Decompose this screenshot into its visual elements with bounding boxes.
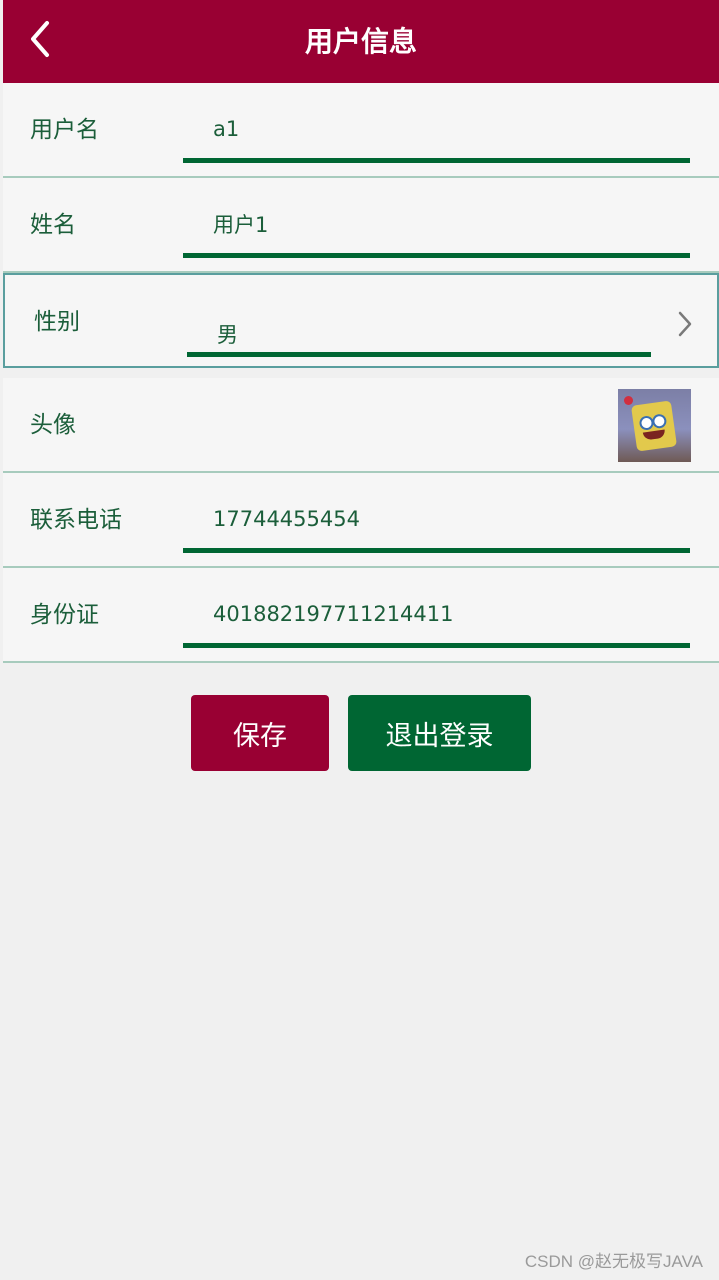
chevron-right-icon[interactable] (675, 309, 695, 339)
name-label: 姓名 (30, 212, 76, 238)
action-buttons: 保存 退出登录 (0, 695, 719, 773)
avatar-eye-right (651, 413, 668, 430)
name-input[interactable] (213, 212, 683, 236)
avatar-row: 头像 (3, 378, 719, 473)
phone-field (183, 497, 690, 553)
page-title: 用户信息 (304, 25, 417, 58)
phone-row: 联系电话 (3, 473, 719, 568)
gender-row[interactable]: 性别 男 (3, 273, 719, 368)
id-card-row: 身份证 (3, 568, 719, 663)
name-row: 姓名 (3, 178, 719, 273)
avatar-image[interactable] (618, 389, 691, 462)
phone-input[interactable] (213, 507, 683, 531)
logout-button[interactable]: 退出登录 (348, 695, 531, 771)
gender-select[interactable]: 男 (187, 301, 651, 357)
id-card-field (183, 592, 690, 648)
name-field (183, 202, 690, 258)
app-header: 用户信息 (3, 0, 719, 83)
avatar-label: 头像 (30, 412, 76, 438)
username-label: 用户名 (30, 117, 99, 143)
id-card-label: 身份证 (30, 602, 99, 628)
watermark: CSDN @赵无极写JAVA (524, 1252, 703, 1271)
user-info-form: 用户名 姓名 性别 男 头像 联系电话 (3, 83, 719, 663)
gender-value: 男 (217, 323, 238, 347)
avatar-mouth (642, 429, 666, 441)
username-input[interactable] (213, 117, 683, 141)
username-row: 用户名 (3, 83, 719, 178)
avatar-detail (624, 396, 633, 405)
id-card-input[interactable] (213, 602, 683, 626)
username-field (183, 107, 690, 163)
gender-label: 性别 (34, 309, 80, 335)
save-button[interactable]: 保存 (191, 695, 329, 771)
phone-label: 联系电话 (30, 507, 122, 533)
avatar-character (630, 400, 678, 452)
